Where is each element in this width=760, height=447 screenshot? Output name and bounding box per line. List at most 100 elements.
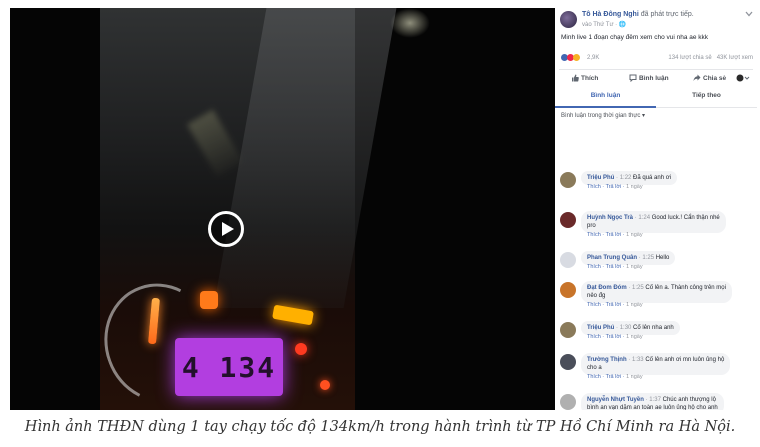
reaction-count[interactable]: 2,9K: [587, 55, 599, 61]
comment-like-link[interactable]: Thích: [587, 264, 601, 270]
commenter-avatar[interactable]: [560, 212, 576, 228]
image-caption: Hình ảnh THĐN dùng 1 tay chạy tốc độ 134…: [24, 419, 736, 435]
comment-like-link[interactable]: Thích: [587, 232, 601, 238]
commenter-avatar[interactable]: [560, 394, 576, 410]
comment-bubble: Huỳnh Ngọc Trà · 1:24 Good luck.! Cẩn th…: [581, 211, 726, 233]
like-label: Thích: [581, 75, 599, 82]
post-stats: 134 lượt chia sẻ 43K lượt xem: [668, 55, 753, 61]
comment-age: 1 ngày: [626, 232, 643, 238]
comment-reply-link[interactable]: Trả lời: [606, 302, 622, 308]
commenter-name[interactable]: Nguyễn Nhựt Tuyền: [587, 397, 644, 403]
commenter-avatar[interactable]: [560, 354, 576, 370]
comment-like-link[interactable]: Thích: [587, 184, 601, 190]
comment-text: Good luck.! Cẩn thận nhé: [651, 215, 720, 221]
avatar-dropdown-icon: [736, 74, 750, 82]
lane-marking: [187, 109, 243, 177]
divider: [559, 69, 753, 70]
speedometer-display: 4 134: [175, 338, 283, 396]
comment-timestamp[interactable]: · 1:25: [639, 255, 654, 261]
comment-bubble: Phan Trung Quân · 1:25 Hello: [581, 251, 676, 265]
comment-timestamp[interactable]: · 1:33: [628, 357, 643, 363]
comment-actions: Thích · Trả lời · 1 ngày: [587, 334, 643, 340]
red-indicator: [295, 343, 307, 355]
chevron-down-icon[interactable]: [745, 10, 753, 19]
comment-age: 1 ngày: [626, 184, 643, 190]
comment-bubble: Triệu Phú · 1:22 Đã quá anh ơi: [581, 171, 678, 185]
post-time[interactable]: vào Thứ Tư · 🌐: [582, 21, 626, 28]
comment-tabs: Bình luận Tiếp theo: [555, 90, 757, 108]
tab-comments[interactable]: Bình luận: [555, 92, 656, 99]
audience-selector[interactable]: [736, 74, 752, 82]
comment-like-link[interactable]: Thích: [587, 334, 601, 340]
comment-age: 1 ngày: [626, 302, 643, 308]
commenter-name[interactable]: Triệu Phú: [587, 175, 614, 181]
red-indicator: [320, 380, 330, 390]
haha-reaction-icon: [573, 54, 580, 61]
share-button[interactable]: Chia sẻ: [693, 74, 726, 82]
comment-timestamp[interactable]: · 1:24: [635, 215, 650, 221]
author-name[interactable]: Tô Hà Đông Nghi: [582, 11, 639, 18]
comment-text-continued: nẻo đg: [587, 293, 606, 299]
comment-text: Cố lên nha anh: [633, 325, 674, 331]
commenter-name[interactable]: Đạt Đom Đóm: [587, 285, 627, 291]
post-actions: Thích Bình luận Chia sẻ: [559, 73, 755, 87]
commenter-name[interactable]: Triệu Phú: [587, 325, 614, 331]
commenter-avatar[interactable]: [560, 282, 576, 298]
comment-like-link[interactable]: Thích: [587, 374, 601, 380]
active-tab-indicator: [555, 106, 656, 108]
comment-reply-link[interactable]: Trả lời: [606, 184, 622, 190]
comment-timestamp[interactable]: · 1:25: [628, 285, 643, 291]
comment-sort-dropdown[interactable]: Bình luận trong thời gian thực ▾: [561, 112, 645, 119]
comment-bubble: Nguyễn Nhựt Tuyền · 1:37 Chúc anh thượng…: [581, 393, 724, 410]
reaction-icons[interactable]: [561, 54, 580, 63]
play-button[interactable]: [208, 211, 244, 247]
share-label: Chia sẻ: [703, 75, 727, 82]
comment-text: Cố lên a. Thành công trên mọi: [645, 285, 726, 291]
commenter-name[interactable]: Trường Thịnh: [587, 357, 627, 363]
post-action: đã phát trực tiếp.: [640, 11, 694, 18]
commenter-avatar[interactable]: [560, 322, 576, 338]
street-light: [390, 8, 430, 38]
comment-reply-link[interactable]: Trả lời: [606, 334, 622, 340]
tab-follow[interactable]: Tiếp theo: [656, 92, 757, 99]
comment-actions: Thích · Trả lời · 1 ngày: [587, 302, 643, 308]
comment-reply-link[interactable]: Trả lời: [606, 374, 622, 380]
like-button[interactable]: Thích: [571, 74, 598, 82]
comment-age: 1 ngày: [626, 334, 643, 340]
comment-text: Cố lên anh ơi mn luôn ủng hộ: [645, 357, 725, 363]
comment-text-continued: bình an vạn dặm an toàn ae luôn ủng hộ c…: [587, 405, 718, 410]
commenter-name[interactable]: Phan Trung Quân: [587, 255, 637, 261]
comment-bubble: Trường Thịnh · 1:33 Cố lên anh ơi mn luô…: [581, 353, 731, 375]
comment-actions: Thích · Trả lời · 1 ngày: [587, 264, 643, 270]
post-header: Tô Hà Đông Nghi đã phát trực tiếp. vào T…: [559, 10, 755, 32]
comment-timestamp[interactable]: · 1:30: [616, 325, 631, 331]
commenter-avatar[interactable]: [560, 172, 576, 188]
comment-actions: Thích · Trả lời · 1 ngày: [587, 184, 643, 190]
comment-timestamp[interactable]: · 1:22: [616, 175, 631, 181]
comment-text: Đã quá anh ơi: [633, 175, 672, 181]
comment-bubble: Triệu Phú · 1:30 Cố lên nha anh: [581, 321, 680, 335]
comment-button[interactable]: Bình luận: [629, 74, 669, 83]
comment-text-continued: pro: [587, 223, 596, 229]
comment-reply-link[interactable]: Trả lời: [606, 264, 622, 270]
post-text: Minh live 1 đoạn chạy đêm xem cho vui nh…: [561, 34, 709, 41]
facebook-comment-panel: Tô Hà Đông Nghi đã phát trực tiếp. vào T…: [555, 8, 757, 410]
comment-timestamp[interactable]: · 1:37: [646, 397, 661, 403]
comment-text: Hello: [655, 255, 670, 261]
comment-text-continued: cho a: [587, 365, 602, 371]
thumbs-up-icon: [572, 74, 579, 82]
author-avatar[interactable]: [560, 11, 577, 28]
comment-actions: Thích · Trả lời · 1 ngày: [587, 232, 643, 238]
live-video-player[interactable]: 4 134: [10, 8, 555, 410]
comment-reply-link[interactable]: Trả lời: [606, 232, 622, 238]
comment-like-link[interactable]: Thích: [587, 302, 601, 308]
reaction-bar: 2,9K 134 lượt chia sẻ 43K lượt xem: [561, 54, 753, 64]
comment-age: 1 ngày: [626, 374, 643, 380]
play-icon: [222, 222, 234, 236]
commenter-name[interactable]: Huỳnh Ngọc Trà: [587, 215, 633, 221]
warning-light: [200, 291, 218, 309]
commenter-avatar[interactable]: [560, 252, 576, 268]
screenshot-frame: 4 134 Tô Hà Đông Nghi đã phát trực tiếp.…: [10, 8, 757, 410]
comment-bubble: Đạt Đom Đóm · 1:25 Cố lên a. Thành công …: [581, 281, 732, 303]
comment-text: Chúc anh thượng lộ: [662, 397, 716, 403]
